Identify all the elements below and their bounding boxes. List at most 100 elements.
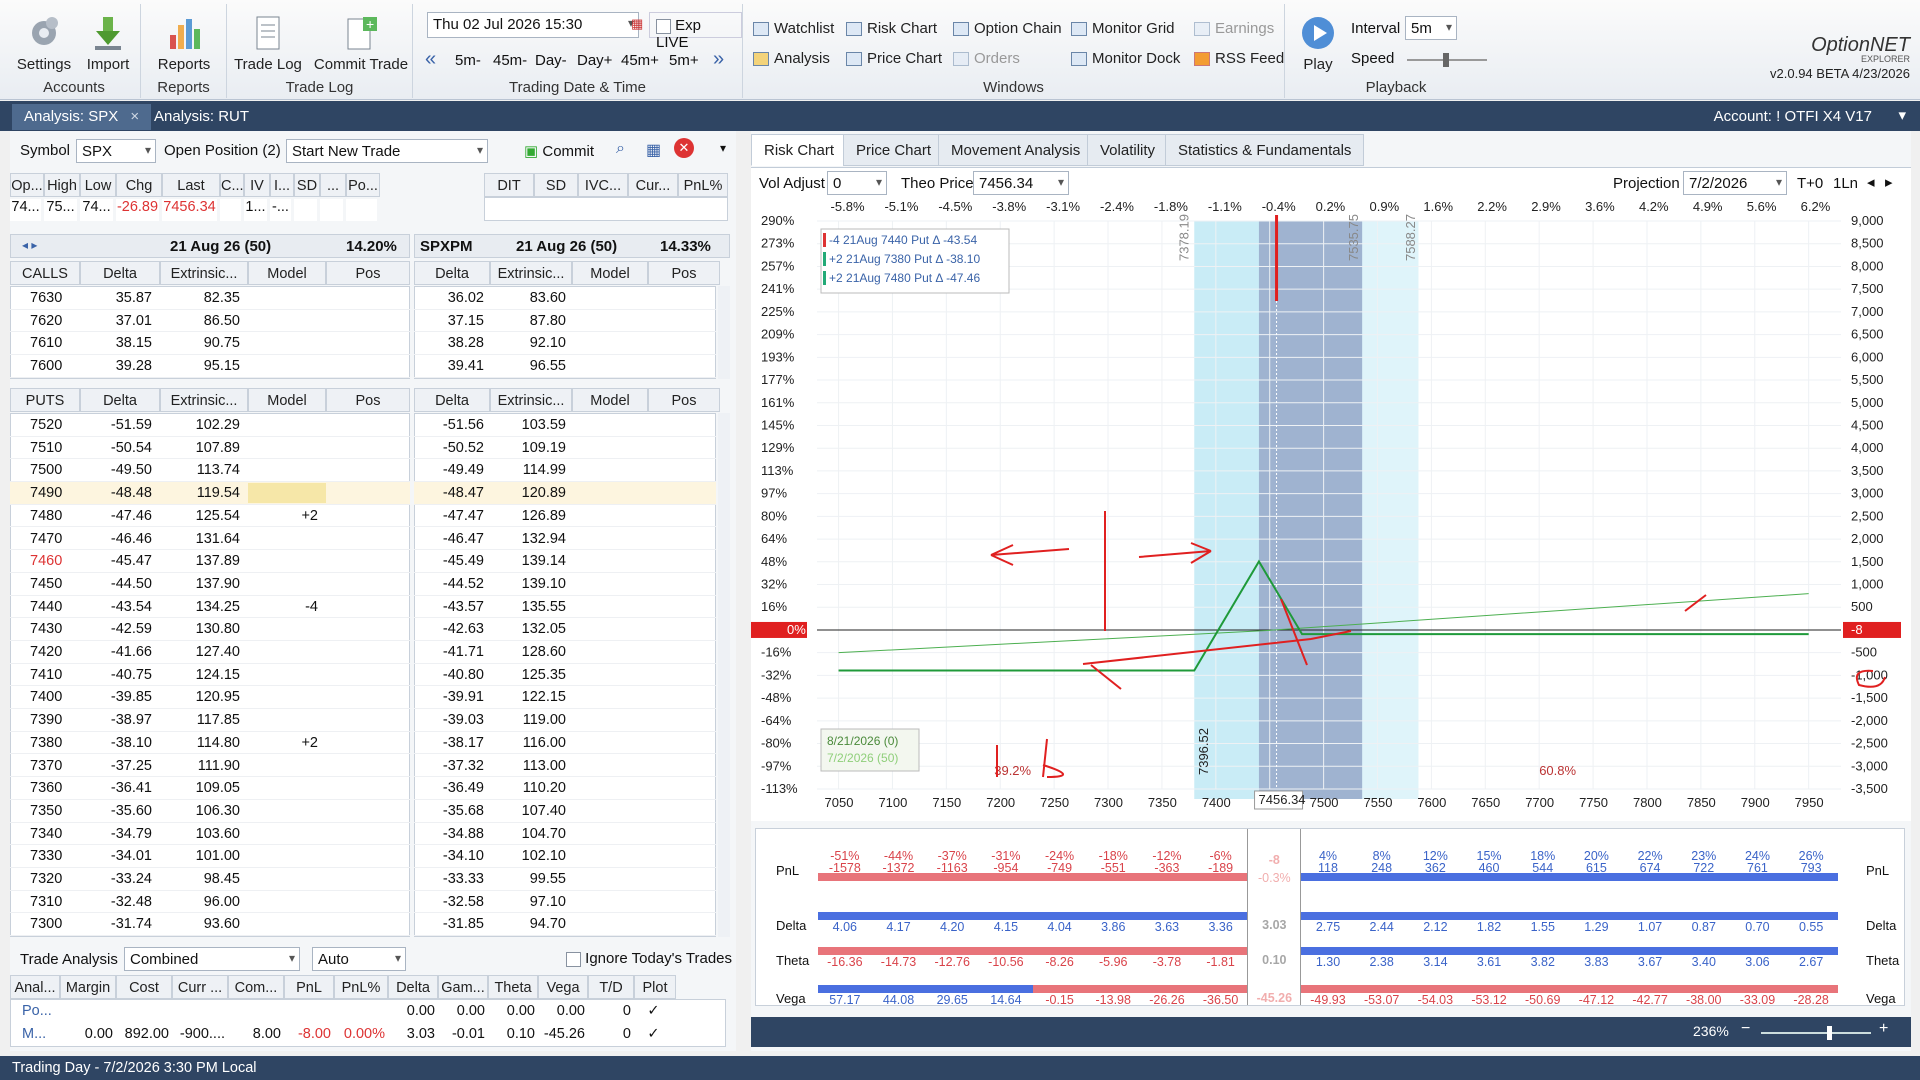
greek-value: -954 [993, 861, 1019, 875]
extrinsic: 119.54 [196, 485, 240, 502]
left-pct-label: 32% [761, 577, 787, 592]
next-arrow-icon[interactable]: ▸ [1885, 173, 1893, 191]
account-label[interactable]: Account: ! OTFI X4 V17 [1714, 108, 1872, 125]
step-day-forward[interactable]: Day+ [577, 52, 612, 69]
symbol-select[interactable]: SPX [76, 139, 156, 163]
step-5m-back[interactable]: 5m- [455, 52, 481, 69]
earnings-button[interactable]: Earnings [1194, 20, 1274, 37]
tab-risk-chart[interactable]: Risk Chart [751, 134, 848, 166]
tab-analysis-rut[interactable]: Analysis: RUT [142, 104, 261, 130]
column-header: Model [572, 388, 648, 412]
reports-button[interactable]: Reports [153, 14, 215, 73]
top-pct-label: 2.9% [1531, 199, 1561, 214]
zoom-slider[interactable] [1761, 1026, 1871, 1040]
delta: -43.57 [442, 598, 484, 615]
orders-button[interactable]: Orders [953, 50, 1020, 67]
import-button[interactable]: Import [80, 14, 136, 73]
overflow-chevron-icon[interactable]: ▾ [720, 141, 726, 155]
t0-toggle[interactable]: T+0 [1797, 175, 1823, 192]
commit-trade-button[interactable]: + Commit Trade [313, 14, 409, 73]
search-icon[interactable]: ⌕ [616, 140, 625, 158]
ta-cell[interactable]: ✓ [634, 1026, 673, 1042]
right-value-label: 9,000 [1851, 213, 1884, 228]
extrinsic: 102.29 [195, 417, 240, 433]
close-trade-icon[interactable]: ✕ [674, 138, 694, 158]
tab-movement-analysis[interactable]: Movement Analysis [938, 134, 1094, 166]
grid-scrollbar[interactable] [718, 286, 730, 379]
model-qty[interactable]: -4 [248, 599, 318, 615]
trade-analysis-auto-select[interactable]: Auto [312, 947, 406, 971]
rss-feed-button[interactable]: RSS Feed [1194, 50, 1284, 67]
price-chart-button[interactable]: Price Chart [846, 50, 942, 67]
right-value-label: 6,500 [1851, 327, 1884, 342]
vol-adjust-input[interactable]: 0 [827, 171, 887, 195]
delta: -34.88 [442, 825, 484, 842]
model-highlight[interactable] [248, 483, 326, 504]
tab-volatility[interactable]: Volatility [1087, 134, 1169, 166]
earnings-icon [1194, 21, 1210, 36]
monitor-grid-button[interactable]: Monitor Grid [1071, 20, 1175, 37]
greek-bar [1784, 947, 1838, 955]
menu-chevron-icon[interactable]: ▾ [1898, 106, 1906, 124]
step-45m-back[interactable]: 45m- [493, 52, 527, 69]
projection-date-select[interactable]: 7/2/2026 [1683, 171, 1787, 195]
exp-nav-arrows-icon[interactable]: ◂ ▸ [22, 238, 37, 252]
risk-chart[interactable]: 7050710071507200725073007350740074507500… [751, 199, 1911, 821]
tab-price-chart[interactable]: Price Chart [843, 134, 945, 166]
theo-price-input[interactable]: 7456.34 [973, 171, 1069, 195]
settings-button[interactable]: Settings [14, 14, 74, 73]
delta: -51.56 [442, 417, 484, 433]
trade-date-input[interactable]: Thu 02 Jul 2026 15:30 [427, 12, 639, 38]
step-45m-forward[interactable]: 45m+ [621, 52, 659, 69]
trade-log-button[interactable]: Trade Log [233, 14, 303, 73]
ta-cell[interactable]: ✓ [634, 1003, 673, 1019]
grid-scrollbar[interactable] [718, 413, 730, 938]
ignore-todays-trades-toggle[interactable]: Ignore Today's Trades [566, 950, 732, 967]
exp-live-toggle[interactable]: Exp LIVE [649, 12, 742, 51]
zoom-out-icon[interactable]: − [1741, 1020, 1750, 1038]
model-qty[interactable]: +2 [248, 508, 318, 524]
extrinsic: 122.15 [521, 689, 566, 706]
watchlist-button[interactable]: Watchlist [753, 20, 834, 37]
strike: 7600 [30, 358, 63, 375]
step-back-icon[interactable]: « [425, 48, 436, 71]
ta-row-label[interactable]: Po... [10, 1003, 57, 1019]
bar-chart-icon [170, 19, 200, 49]
grid-icon[interactable]: ▦ [646, 140, 661, 160]
play-button[interactable]: Play [1293, 14, 1343, 73]
extrinsic: 116.00 [522, 734, 566, 751]
exp-live-checkbox[interactable] [656, 18, 671, 34]
greek-value: -26.26 [1149, 993, 1185, 1007]
trade-analysis-mode-select[interactable]: Combined [124, 947, 300, 971]
option-chain-button[interactable]: Option Chain [953, 20, 1062, 37]
analysis-button[interactable]: Analysis [753, 50, 830, 67]
ta-cell: 0 [622, 1003, 631, 1019]
step-5m-forward[interactable]: 5m+ [669, 52, 699, 69]
greek-value: 4.20 [940, 920, 965, 934]
step-forward-icon[interactable]: » [713, 48, 724, 71]
commit-button[interactable]: ▣ Commit [520, 139, 598, 163]
lines-select[interactable]: 1Ln [1833, 175, 1858, 192]
calendar-icon[interactable]: ▦ [631, 16, 643, 32]
tab-statistics-fundamentals[interactable]: Statistics & Fundamentals [1165, 134, 1365, 166]
ta-row-label[interactable]: M... [10, 1026, 57, 1042]
speed-slider[interactable] [1407, 53, 1487, 67]
top-pct-label: 0.9% [1370, 199, 1400, 214]
left-pct-label: 80% [761, 508, 787, 523]
trade-select[interactable]: Start New Trade [286, 139, 488, 163]
ignore-checkbox[interactable] [566, 951, 581, 967]
step-day-back[interactable]: Day- [535, 52, 567, 69]
risk-chart-button[interactable]: Risk Chart [846, 20, 937, 37]
model-qty[interactable]: +2 [248, 735, 318, 751]
prev-arrow-icon[interactable]: ◂ [1867, 173, 1875, 191]
extrinsic: 131.64 [195, 530, 240, 547]
greek-bar [1676, 985, 1731, 993]
left-pct-label: 48% [761, 554, 787, 569]
close-icon[interactable]: × [130, 108, 139, 125]
monitor-dock-button[interactable]: Monitor Dock [1071, 50, 1180, 67]
interval-select[interactable]: 5m [1405, 16, 1457, 40]
zoom-in-icon[interactable]: + [1879, 1020, 1888, 1038]
greek-bar [871, 985, 926, 993]
tab-analysis-spx[interactable]: Analysis: SPX × [12, 104, 152, 130]
greek-value: -16.36 [827, 955, 863, 969]
